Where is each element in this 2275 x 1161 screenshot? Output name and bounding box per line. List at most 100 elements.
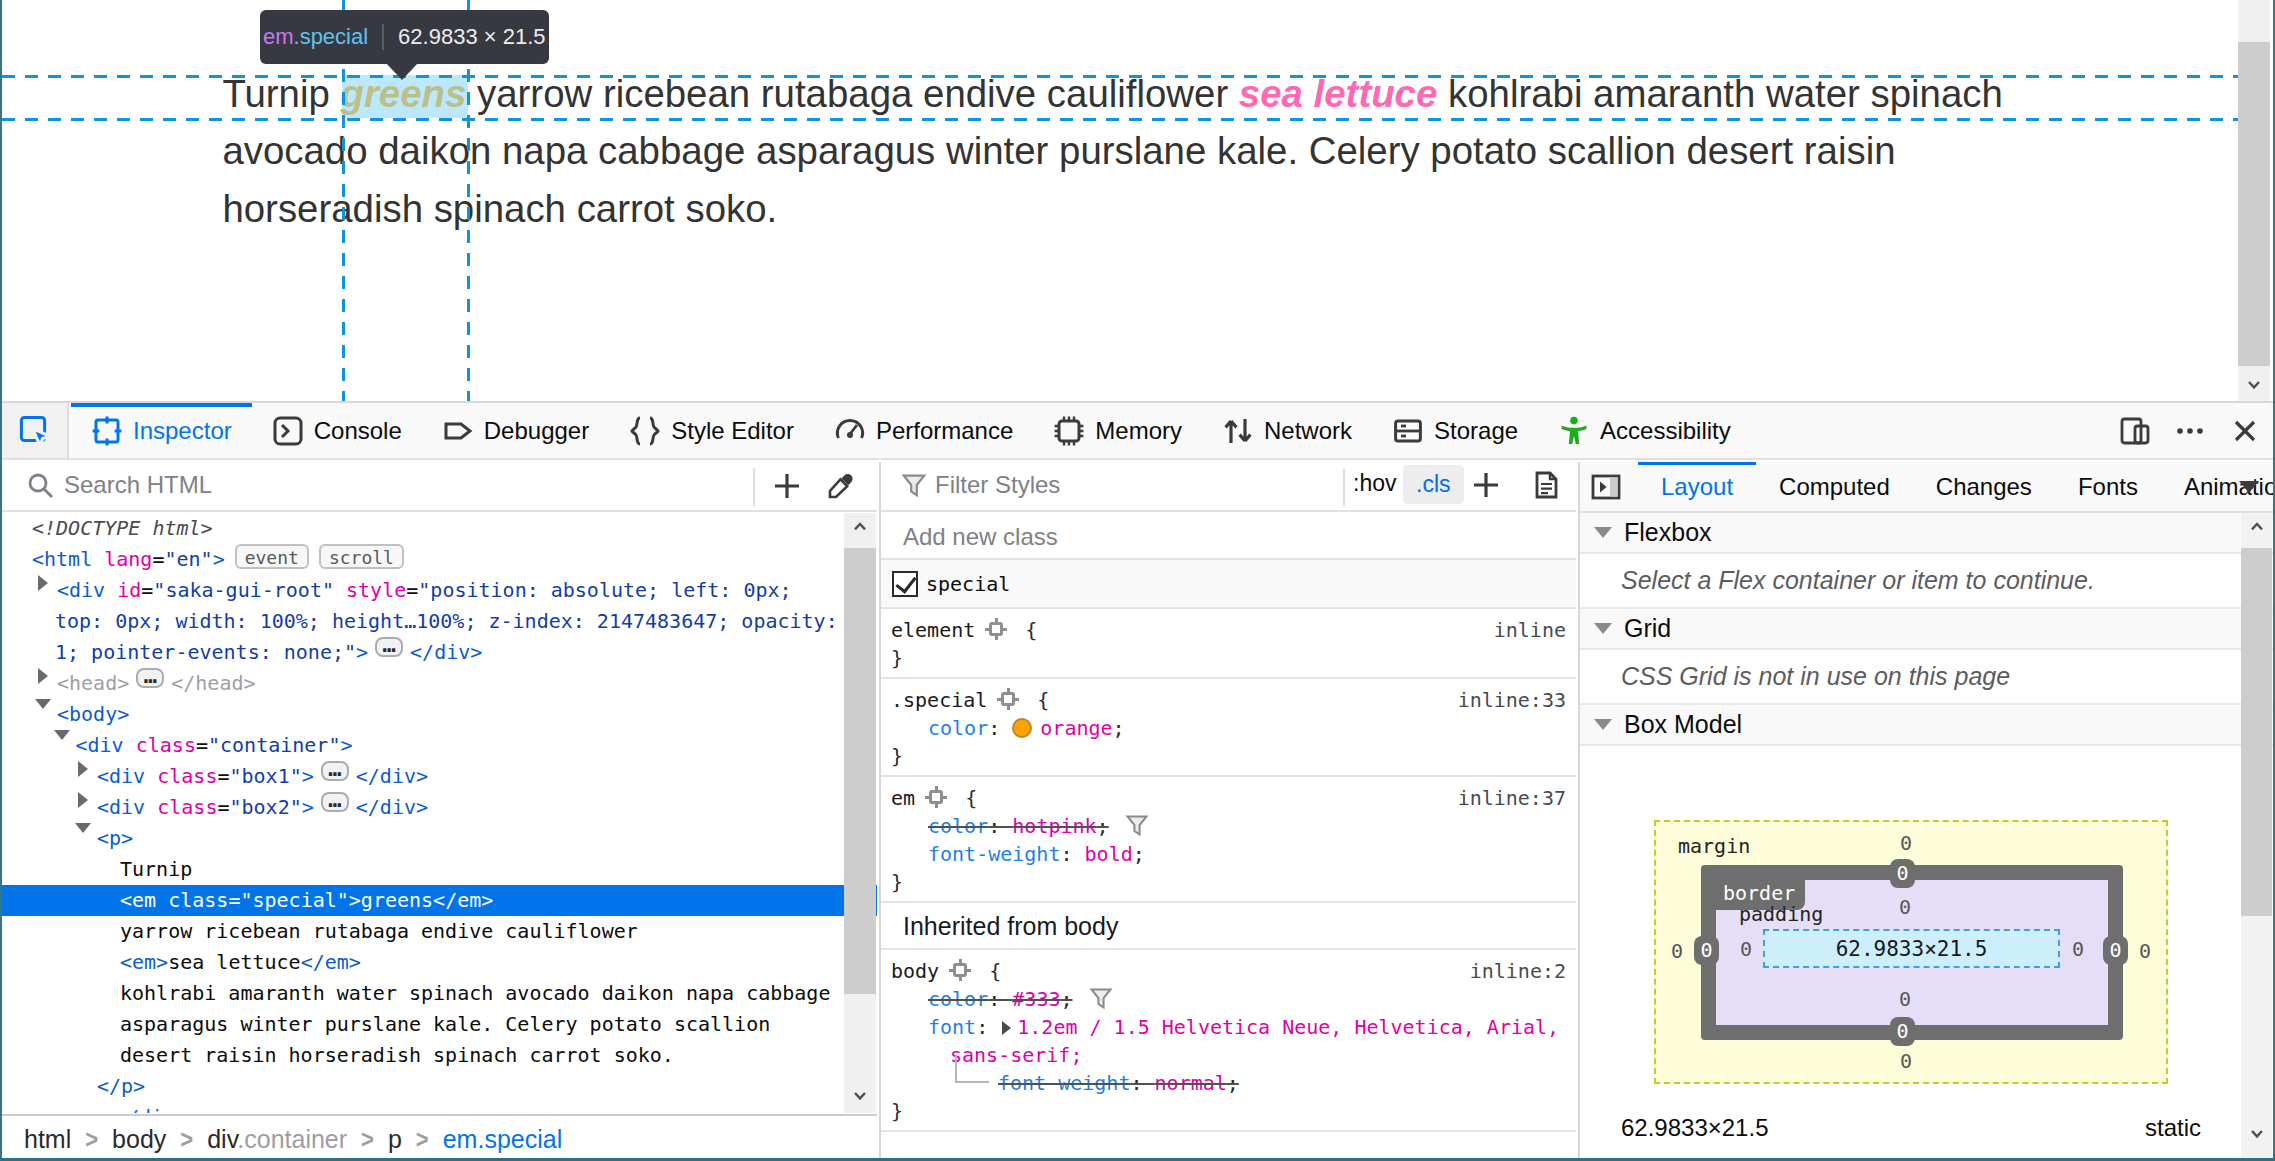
devtools-tab-accessibility[interactable]: Accessibility [1538, 403, 1751, 458]
markup-node-row[interactable]: desert raisin horseradish spinach carrot… [2, 1040, 877, 1071]
toggle-class-panel-button[interactable]: .cls [1403, 465, 1464, 504]
page-scrollbar-thumb[interactable] [2238, 42, 2270, 366]
rule-source-link[interactable]: inline [1494, 616, 1566, 644]
breadcrumb-item-body[interactable]: body [112, 1125, 166, 1154]
margin-right-value[interactable]: 0 [2132, 939, 2158, 963]
markup-node-row[interactable]: top: 0px; width: 100%; height…100%; z-in… [2, 606, 877, 637]
css-rule-line[interactable]: color: orange; [881, 714, 1576, 742]
markup-node-row[interactable]: <div id="saka-gui-root" style="position:… [2, 575, 877, 606]
event-badge[interactable]: event [235, 544, 309, 569]
markup-node-row[interactable]: <div class="container"> [2, 730, 877, 761]
selector-highlighter-icon[interactable] [997, 688, 1019, 710]
breadcrumb-item-em-special[interactable]: em.special [443, 1125, 563, 1154]
rule-source-link[interactable]: inline:37 [1458, 784, 1566, 812]
add-new-class-input[interactable]: Add new class [881, 513, 1576, 560]
css-rule-line[interactable]: element {inline [881, 616, 1576, 644]
sidebar-tab-computed[interactable]: Computed [1756, 462, 1913, 512]
add-rule-icon[interactable] [1471, 470, 1501, 500]
scroll-down-icon[interactable] [853, 1089, 867, 1103]
padding-right-value[interactable]: 0 [2064, 937, 2092, 961]
devtools-tab-network[interactable]: Network [1202, 403, 1372, 458]
layout-scrollbar-thumb[interactable] [2241, 548, 2272, 916]
boxmodel-section-header[interactable]: Box Model [1580, 705, 2273, 746]
devtools-tab-memory[interactable]: Memory [1033, 403, 1202, 458]
markup-node-row[interactable]: <html lang="en">eventscroll [2, 544, 877, 575]
flexbox-section-header[interactable]: Flexbox [1580, 513, 2273, 554]
pick-element-button[interactable] [2, 403, 69, 458]
markup-node-row[interactable]: <p> [2, 823, 877, 854]
markup-node-row[interactable]: <div class="box2">…</div> [2, 792, 877, 823]
rule-source-link[interactable]: inline:2 [1470, 957, 1566, 985]
rule-source-link[interactable]: inline:33 [1458, 686, 1566, 714]
scroll-up-icon[interactable] [853, 520, 867, 534]
css-rule-line[interactable]: .special {inline:33 [881, 686, 1576, 714]
css-rule-line[interactable]: font-weight: bold; [881, 840, 1576, 868]
ellipsis-expander[interactable]: … [321, 792, 349, 812]
twisty-collapsed-icon[interactable] [38, 668, 48, 684]
layout-scrollbar[interactable] [2241, 513, 2272, 1161]
markup-node-row[interactable]: <head>…</head> [2, 668, 877, 699]
toggle-pseudo-class-button[interactable]: :hov [1353, 470, 1396, 497]
markup-scrollbar-thumb[interactable] [844, 548, 876, 994]
all-tabs-dropdown-icon[interactable] [2239, 481, 2259, 493]
boxmodel-margin-box[interactable]: margin 0 0 0 0 border padding 0 0 0 [1654, 820, 2168, 1084]
devtools-tab-style-editor[interactable]: Style Editor [609, 403, 814, 458]
padding-top-value[interactable]: 0 [1889, 895, 1921, 919]
twisty-expanded-icon[interactable] [35, 699, 51, 709]
scroll-down-icon[interactable] [2250, 1127, 2264, 1141]
markup-node-row[interactable]: 1; pointer-events: none;">…</div> [2, 637, 877, 668]
border-left-value[interactable]: 0 [1694, 936, 1719, 965]
markup-node-row[interactable]: <body> [2, 699, 877, 730]
padding-bottom-value[interactable]: 0 [1889, 987, 1921, 1011]
markup-node-row[interactable]: <!DOCTYPE html> [2, 513, 877, 544]
add-node-icon[interactable] [772, 471, 802, 501]
class-toggle-row[interactable]: special [881, 560, 1576, 609]
event-badge[interactable]: scroll [319, 544, 404, 569]
markup-scrollbar[interactable] [844, 513, 876, 1113]
grid-section-header[interactable]: Grid [1580, 609, 2273, 650]
ellipsis-expander[interactable]: … [321, 761, 349, 781]
markup-node-row[interactable]: <div class="box1">…</div> [2, 761, 877, 792]
css-rule-line[interactable]: color: #333; [881, 985, 1576, 1013]
markup-node-row[interactable]: kohlrabi amaranth water spinach avocado … [2, 978, 877, 1009]
css-rule-line[interactable]: em {inline:37 [881, 784, 1576, 812]
markup-node-row[interactable]: <em>sea lettuce</em> [2, 947, 877, 978]
css-rule-line[interactable]: } [881, 868, 1576, 896]
selector-highlighter-icon[interactable] [925, 786, 947, 808]
breadcrumb-item-html[interactable]: html [24, 1125, 71, 1154]
class-checkbox[interactable] [892, 571, 918, 597]
sidebar-tab-layout[interactable]: Layout [1638, 462, 1756, 512]
twisty-collapsed-icon[interactable] [38, 575, 48, 591]
page-scrollbar[interactable] [2238, 0, 2270, 401]
css-rule-line[interactable]: } [881, 742, 1576, 770]
border-top-value[interactable]: 0 [1890, 859, 1915, 888]
selector-highlighter-icon[interactable] [985, 618, 1007, 640]
markup-node-row[interactable]: <em class="special">greens</em> [2, 885, 877, 916]
rules-list[interactable]: Add new class special element {inline} .s… [881, 513, 1576, 1161]
devtools-tab-console[interactable]: Console [252, 403, 422, 458]
markup-node-row[interactable]: </p> [2, 1071, 877, 1102]
margin-left-value[interactable]: 0 [1664, 939, 1690, 963]
responsive-design-mode-button[interactable] [2111, 407, 2159, 455]
meatball-menu-button[interactable] [2166, 407, 2214, 455]
breadcrumb-item-p[interactable]: p [388, 1125, 402, 1154]
css-rule-line[interactable]: color: hotpink; [881, 812, 1576, 840]
css-rule-line[interactable]: font-weight: normal; [881, 1069, 1576, 1097]
devtools-tab-inspector[interactable]: Inspector [71, 403, 252, 458]
css-rule-line[interactable]: body {inline:2 [881, 957, 1576, 985]
sidebar-tab-changes[interactable]: Changes [1913, 462, 2055, 512]
padding-left-value[interactable]: 0 [1732, 937, 1760, 961]
markup-node-row[interactable]: </div> [2, 1102, 877, 1113]
devtools-tab-performance[interactable]: Performance [814, 403, 1033, 458]
twisty-expanded-icon[interactable] [54, 730, 70, 740]
close-devtools-button[interactable] [2221, 407, 2269, 455]
border-right-value[interactable]: 0 [2103, 936, 2128, 965]
sidebar-tab-fonts[interactable]: Fonts [2055, 462, 2161, 512]
eyedropper-icon[interactable] [826, 471, 856, 501]
twisty-collapsed-icon[interactable] [78, 792, 88, 808]
markup-tree[interactable]: <!DOCTYPE html><html lang="en">eventscro… [2, 513, 877, 1113]
css-rule-line[interactable]: } [881, 644, 1576, 672]
boxmodel-content-box[interactable]: 62.9833×21.5 [1763, 929, 2060, 968]
color-swatch[interactable] [1012, 718, 1032, 738]
devtools-tab-debugger[interactable]: Debugger [422, 403, 609, 458]
